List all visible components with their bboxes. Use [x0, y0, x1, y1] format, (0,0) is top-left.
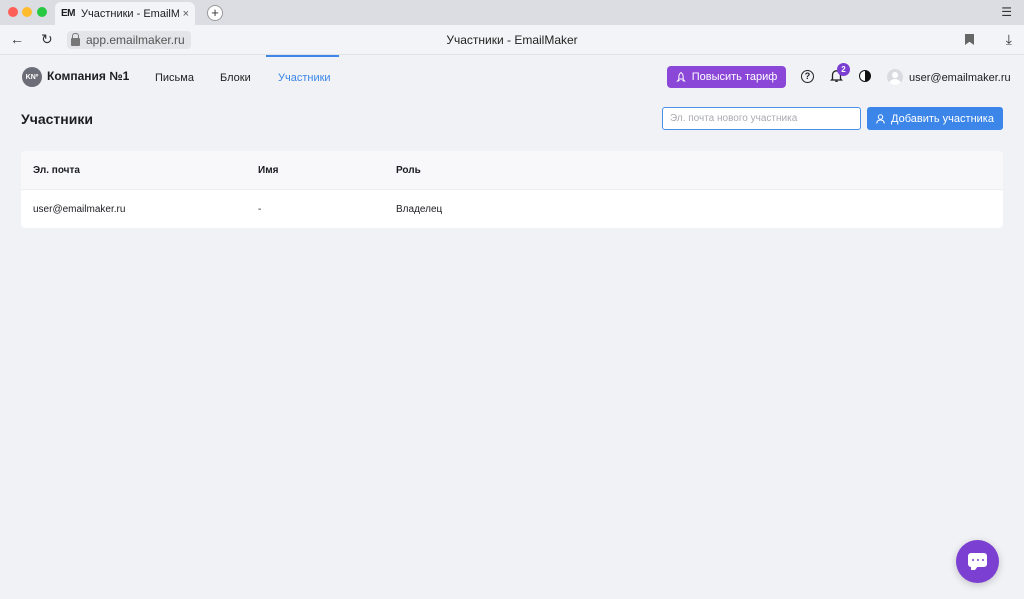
nav-letters[interactable]: Письма [155, 72, 194, 84]
column-header-role: Роль [396, 165, 421, 176]
new-member-email-input[interactable] [662, 107, 861, 130]
help-icon[interactable]: ? [801, 70, 814, 83]
browser-tab[interactable]: EM Участники - EmailMaker × [55, 2, 195, 25]
address-bar: ← ↻ app.emailmaker.ru Участники - EmailM… [0, 25, 1024, 55]
member-name: - [258, 204, 262, 215]
favicon-icon: EM [61, 8, 76, 19]
active-nav-indicator [266, 55, 339, 57]
menu-icon[interactable]: ☰ [1001, 5, 1012, 19]
tab-title: Участники - EmailMaker [81, 7, 179, 20]
member-role: Владелец [396, 204, 443, 215]
download-icon[interactable]: ⤓ [1006, 31, 1012, 48]
column-header-email: Эл. почта [33, 165, 80, 176]
upgrade-plan-label: Повысить тариф [691, 71, 778, 83]
nav-blocks[interactable]: Блоки [220, 72, 251, 84]
chat-widget-button[interactable] [956, 540, 999, 583]
members-table: Эл. почта Имя Роль user@emailmaker.ru - … [21, 151, 1003, 228]
company-logo[interactable]: KNº [22, 67, 42, 87]
user-email[interactable]: user@emailmaker.ru [909, 72, 1011, 84]
chat-icon [968, 553, 987, 570]
avatar[interactable] [887, 69, 903, 85]
app-header: KNº Компания №1 Письма Блоки Участники П… [0, 55, 1024, 100]
window-title: Участники - EmailMaker [446, 33, 578, 47]
add-member-label: Добавить участника [891, 112, 994, 125]
add-member-button[interactable]: Добавить участника [867, 107, 1003, 130]
column-header-name: Имя [258, 165, 279, 176]
theme-toggle-icon[interactable] [859, 70, 871, 82]
table-row[interactable]: user@emailmaker.ru - Владелец [21, 190, 1003, 228]
rocket-icon [675, 71, 686, 82]
maximize-window-button[interactable] [37, 7, 47, 17]
browser-tab-bar: EM Участники - EmailMaker × + ☰ [0, 0, 1024, 25]
company-name[interactable]: Компания №1 [47, 69, 129, 83]
upgrade-plan-button[interactable]: Повысить тариф [667, 66, 786, 88]
member-email: user@emailmaker.ru [33, 204, 126, 215]
notification-badge: 2 [837, 63, 850, 76]
table-header: Эл. почта Имя Роль [21, 151, 1003, 190]
tab-close-icon[interactable]: × [183, 8, 189, 20]
nav-members[interactable]: Участники [278, 72, 331, 84]
new-tab-button[interactable]: + [207, 5, 223, 21]
user-icon [876, 113, 885, 124]
page-title: Участники [21, 111, 93, 127]
minimize-window-button[interactable] [22, 7, 32, 17]
close-window-button[interactable] [8, 7, 18, 17]
